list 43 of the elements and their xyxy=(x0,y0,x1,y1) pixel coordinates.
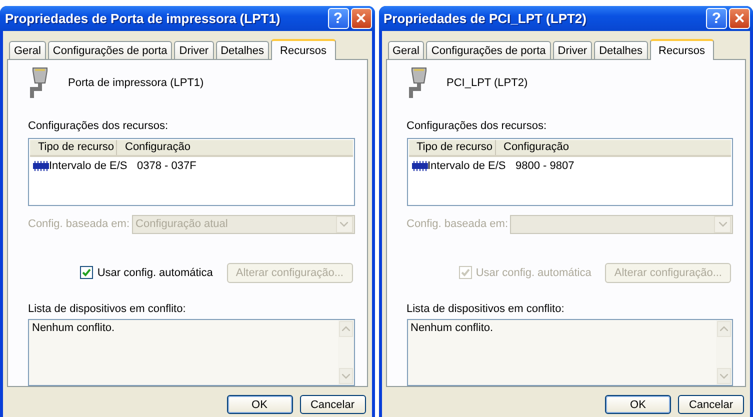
table-cell: 0378 - 037F xyxy=(137,160,196,172)
dialog-button[interactable]: OK xyxy=(605,395,671,414)
checkmark-icon xyxy=(460,268,470,278)
column-header[interactable]: Tipo de recurso xyxy=(408,140,496,155)
tab[interactable]: Driver xyxy=(174,41,214,59)
tab[interactable]: Driver xyxy=(552,41,592,59)
tab[interactable]: Recursos xyxy=(271,39,336,60)
device-name: PCI_LPT (LPT2) xyxy=(446,77,528,89)
section-label: Lista de dispositivos em conflito: xyxy=(406,302,566,315)
tab[interactable]: Recursos xyxy=(650,39,714,60)
auto-config-checkbox[interactable]: Usar config. automática xyxy=(80,266,213,280)
column-header[interactable]: Configuração xyxy=(117,140,352,155)
tab[interactable]: Geral xyxy=(388,41,424,59)
section-label: Configurações dos recursos: xyxy=(28,120,170,132)
tab[interactable]: Geral xyxy=(9,41,46,59)
table-cell: 9800 - 9807 xyxy=(516,160,574,172)
dialog-button[interactable]: OK xyxy=(226,395,292,414)
field-label: Config. baseada em: xyxy=(28,218,130,230)
checkmark-icon xyxy=(82,268,92,278)
table-cell-text: Intervalo de E/S xyxy=(428,160,507,172)
conflict-text: Nenhum conflito. xyxy=(410,320,494,336)
chip-icon xyxy=(33,161,49,171)
close-button[interactable]: × xyxy=(729,8,750,29)
chip-icon xyxy=(412,161,428,171)
tab[interactable]: Detalhes xyxy=(594,41,648,59)
section-label: Configurações dos recursos: xyxy=(406,120,548,132)
scrollbar[interactable] xyxy=(338,320,354,385)
dialog-button[interactable]: Cancelar xyxy=(300,395,366,414)
window-title: Propriedades de Porta de impressora (LPT1) xyxy=(5,11,282,26)
close-button[interactable]: × xyxy=(350,8,372,29)
dialog-button[interactable]: Cancelar xyxy=(678,395,744,414)
column-header[interactable]: Tipo de recurso xyxy=(30,140,117,155)
column-header[interactable]: Configuração xyxy=(496,140,731,155)
scrollbar[interactable] xyxy=(716,320,732,385)
conflict-text: Nenhum conflito. xyxy=(31,320,116,336)
device-name: Porta de impressora (LPT1) xyxy=(68,77,204,89)
section-label: Lista de dispositivos em conflito: xyxy=(28,302,187,315)
table-cell-text: Intervalo de E/S xyxy=(49,160,128,172)
tab[interactable]: Configurações de porta xyxy=(426,41,551,59)
field-label: Config. baseada em: xyxy=(406,218,508,230)
tab[interactable]: Configurações de porta xyxy=(48,41,172,59)
window-title: Propriedades de PCI_LPT (LPT2) xyxy=(384,11,588,26)
tab[interactable]: Detalhes xyxy=(216,41,270,59)
